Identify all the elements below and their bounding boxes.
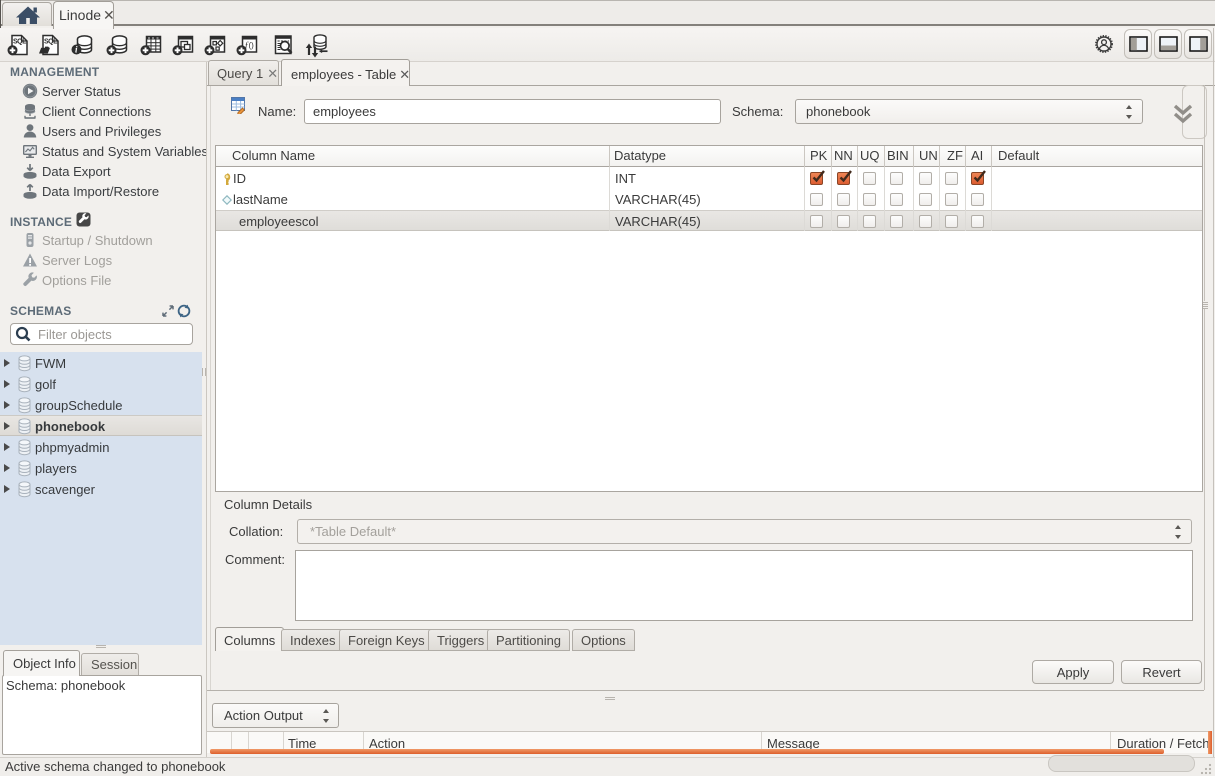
svg-text:SQL: SQL	[44, 39, 58, 46]
svg-text:SQL: SQL	[13, 39, 27, 46]
svg-text:(): ()	[249, 41, 255, 50]
